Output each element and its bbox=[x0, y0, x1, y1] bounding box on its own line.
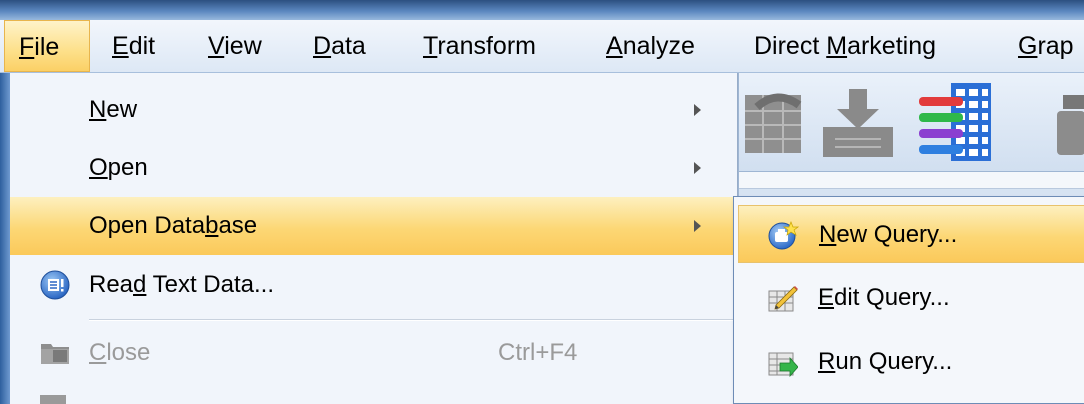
file-menu-item-label: Open Database bbox=[89, 212, 258, 239]
menu-direct-marketing[interactable]: Direct Marketing bbox=[754, 20, 936, 72]
close-icon bbox=[41, 344, 69, 364]
submenu-arrow-icon bbox=[694, 162, 701, 174]
menu-bar: File Edit View Data Transform Analyze Di… bbox=[0, 20, 1084, 73]
file-menu-item-close[interactable]: Close Ctrl+F4 bbox=[10, 324, 737, 382]
variables-icon[interactable] bbox=[915, 81, 995, 163]
file-menu-item-new[interactable]: New bbox=[10, 81, 737, 139]
recall-dialog-icon[interactable] bbox=[743, 87, 807, 157]
submenu-item-new-query[interactable]: New Query... bbox=[738, 205, 1084, 263]
file-menu-item-label: New bbox=[89, 96, 138, 123]
file-menu-item-read-text-data[interactable]: Read Text Data... bbox=[10, 256, 737, 314]
submenu-item-run-query[interactable]: Run Query... bbox=[738, 333, 1084, 391]
find-icon[interactable] bbox=[1057, 89, 1084, 159]
file-menu-item-open[interactable]: Open bbox=[10, 139, 737, 197]
submenu-item-label: New Query... bbox=[819, 221, 958, 248]
menu-data[interactable]: Data bbox=[313, 20, 366, 72]
submenu-arrow-icon bbox=[694, 104, 701, 116]
menu-view[interactable]: View bbox=[208, 20, 262, 72]
file-menu-item-open-database[interactable]: Open Database bbox=[10, 197, 737, 255]
submenu-item-label: Edit Query... bbox=[818, 284, 950, 311]
menu-separator bbox=[89, 319, 737, 321]
new-query-icon bbox=[768, 221, 799, 250]
submenu-item-edit-query[interactable]: Edit Query... bbox=[738, 269, 1084, 327]
toolbar-divider bbox=[739, 172, 1084, 189]
menu-graphs[interactable]: Grap bbox=[1018, 20, 1074, 72]
menu-file[interactable]: File bbox=[4, 20, 90, 72]
file-menu-item-label: Open bbox=[89, 154, 148, 181]
menu-edit[interactable]: Edit bbox=[112, 20, 155, 72]
toolbar bbox=[739, 73, 1084, 172]
file-menu-item-label: Close bbox=[89, 339, 151, 366]
menu-analyze[interactable]: Analyze bbox=[606, 20, 695, 72]
edit-query-icon bbox=[768, 286, 798, 312]
window-title-bar bbox=[0, 0, 1084, 20]
run-query-icon bbox=[768, 352, 798, 377]
read-text-data-icon bbox=[40, 270, 70, 300]
submenu-item-label: Run Query... bbox=[818, 348, 953, 375]
shortcut-label: Ctrl+F4 bbox=[498, 339, 578, 366]
submenu-arrow-icon bbox=[694, 220, 701, 232]
save-icon[interactable] bbox=[821, 85, 895, 159]
window-left-edge bbox=[0, 73, 10, 404]
menu-transform[interactable]: Transform bbox=[423, 20, 536, 72]
next-item-icon bbox=[40, 395, 66, 404]
file-menu-item-label: Read Text Data... bbox=[89, 271, 275, 298]
open-database-submenu: New Query... Edit Query... Run Query... bbox=[733, 196, 1084, 404]
file-menu-dropdown: New Open Open Database Read Text Data... bbox=[10, 73, 738, 404]
